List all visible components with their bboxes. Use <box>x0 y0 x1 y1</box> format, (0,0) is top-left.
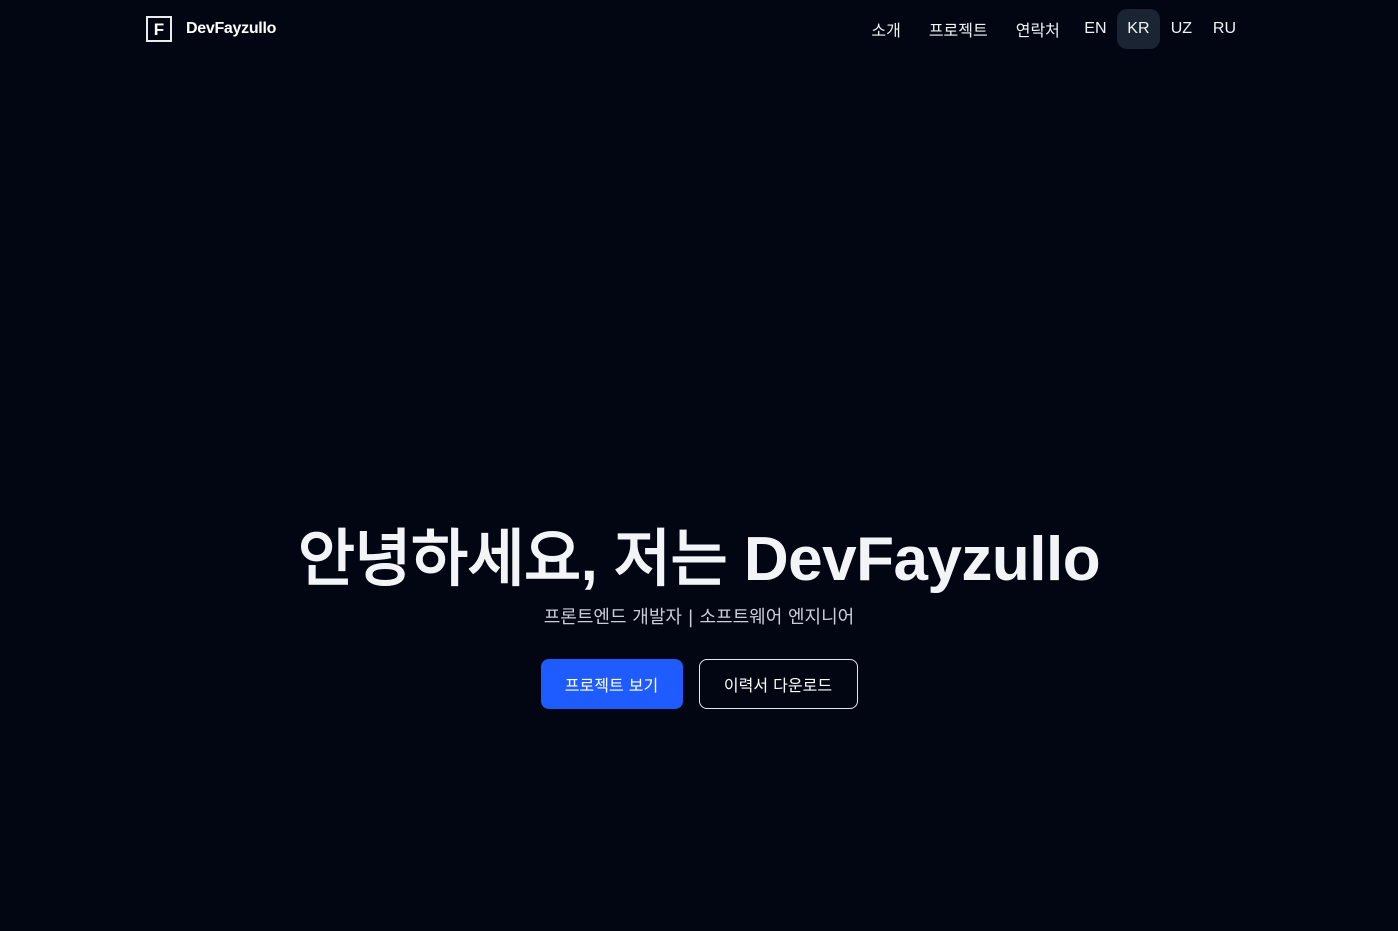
logo-icon: F <box>146 16 172 42</box>
site-header: F DevFayzullo 소개 프로젝트 연락처 EN KR UZ RU <box>0 0 1398 58</box>
view-projects-button[interactable]: 프로젝트 보기 <box>540 659 683 709</box>
hero-title: 안녕하세요, 저는 DevFayzullo <box>297 525 1101 594</box>
nav-item-about[interactable]: 소개 <box>857 9 914 49</box>
brand-link[interactable]: F DevFayzullo <box>146 16 276 42</box>
language-kr-button[interactable]: KR <box>1116 9 1160 49</box>
nav-item-contact[interactable]: 연락처 <box>1002 9 1074 49</box>
hero-actions: 프로젝트 보기 이력서 다운로드 <box>0 659 1398 709</box>
brand-name: DevFayzullo <box>186 20 277 37</box>
hero-section: 안녕하세요, 저는 DevFayzullo 프론트엔드 개발자 | 소프트웨어 … <box>0 520 1398 709</box>
page: F DevFayzullo 소개 프로젝트 연락처 EN KR UZ RU 안녕… <box>0 0 1398 931</box>
language-ru-button[interactable]: RU <box>1203 9 1246 49</box>
nav-item-projects[interactable]: 프로젝트 <box>915 9 1002 49</box>
hero-subtitle: 프론트엔드 개발자 | 소프트웨어 엔지니어 <box>543 607 855 628</box>
language-uz-button[interactable]: UZ <box>1160 9 1203 49</box>
main-nav: 소개 프로젝트 연락처 EN KR UZ RU <box>857 9 1246 49</box>
language-en-button[interactable]: EN <box>1074 9 1117 49</box>
download-resume-button[interactable]: 이력서 다운로드 <box>698 659 858 709</box>
